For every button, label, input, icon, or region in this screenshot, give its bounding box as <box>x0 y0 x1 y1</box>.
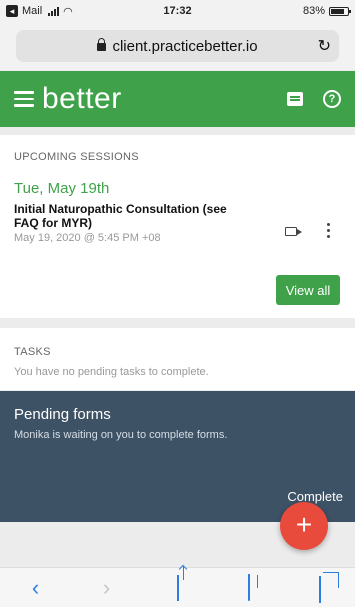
share-icon <box>176 574 179 601</box>
share-button[interactable] <box>158 574 198 601</box>
wifi-icon: ◠ <box>63 5 73 18</box>
lock-icon <box>97 38 107 51</box>
signal-icon <box>48 6 60 16</box>
bookmarks-button[interactable] <box>229 573 269 601</box>
tabs-button[interactable] <box>300 575 340 603</box>
session-date: Tue, May 19th <box>14 180 110 197</box>
browser-toolbar: ‹ › <box>0 567 355 607</box>
app-header: better ? <box>0 71 355 127</box>
sessions-section-title: UPCOMING SESSIONS <box>14 151 139 163</box>
address-bar[interactable]: client.practicebetter.io ↻ <box>16 30 339 62</box>
bookmarks-icon <box>247 573 250 601</box>
tasks-card: TASKS You have no pending tasks to compl… <box>0 328 355 390</box>
battery-icon <box>329 6 351 16</box>
more-options-icon[interactable] <box>327 223 330 238</box>
back-app-label[interactable]: Mail <box>22 5 42 17</box>
pending-forms-title: Pending forms <box>14 406 111 423</box>
video-camera-icon[interactable] <box>285 227 302 236</box>
tasks-section-title: TASKS <box>14 346 51 358</box>
forward-icon[interactable]: › <box>87 575 127 601</box>
reload-icon[interactable]: ↻ <box>318 36 331 56</box>
battery-percent: 83% <box>302 5 325 17</box>
tabs-icon <box>318 575 321 603</box>
status-left: ◂ Mail ◠ <box>6 5 126 18</box>
url-text: client.practicebetter.io <box>112 37 258 55</box>
session-title[interactable]: Initial Naturopathic Consultation (see F… <box>14 202 254 231</box>
complete-forms-link[interactable]: Complete <box>287 489 343 504</box>
status-right: 83% <box>229 5 351 17</box>
brand-logo[interactable]: better <box>42 82 122 116</box>
pending-forms-text: Monika is waiting on you to complete for… <box>14 429 228 441</box>
help-icon[interactable]: ? <box>323 90 341 108</box>
add-fab-button[interactable]: + <box>280 502 328 550</box>
upcoming-sessions-card: UPCOMING SESSIONS Tue, May 19th Initial … <box>0 135 355 318</box>
status-bar: ◂ Mail ◠ 17:32 83% <box>0 0 355 22</box>
chat-icon[interactable] <box>287 92 303 106</box>
back-icon[interactable]: ‹ <box>16 575 56 601</box>
header-actions: ? <box>287 90 341 108</box>
back-to-app-icon[interactable]: ◂ <box>6 5 18 17</box>
tasks-empty-text: You have no pending tasks to complete. <box>14 366 209 378</box>
browser-address-area: client.practicebetter.io ↻ <box>0 22 355 70</box>
status-time: 17:32 <box>163 5 192 17</box>
menu-icon[interactable] <box>14 91 34 107</box>
view-all-button[interactable]: View all <box>276 275 340 305</box>
